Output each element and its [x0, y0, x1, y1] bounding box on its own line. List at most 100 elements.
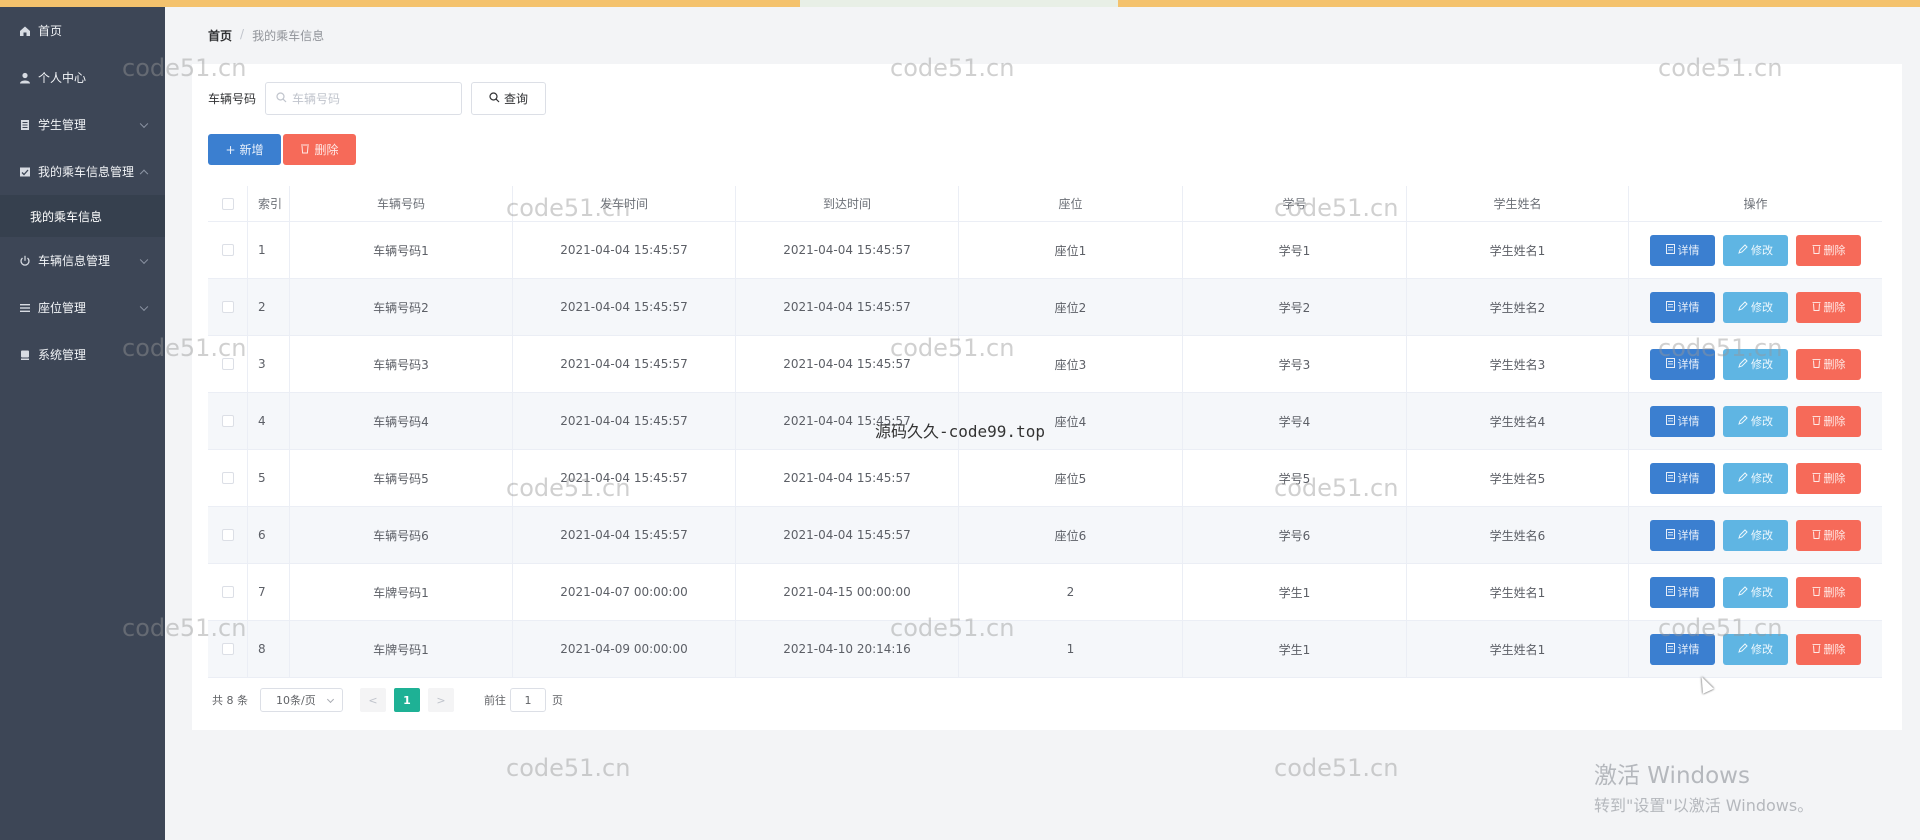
cell-index: 4 — [248, 393, 290, 449]
chevron-left-icon: < — [368, 693, 378, 707]
edit-button-label: 修改 — [1751, 643, 1773, 656]
detail-button[interactable]: 详情 — [1650, 462, 1715, 494]
row-checkbox[interactable] — [221, 244, 234, 256]
next-page-button[interactable]: > — [428, 688, 454, 712]
sidebar-item-label: 我的乘车信息管理 — [38, 165, 135, 179]
search-input[interactable]: 车辆号码 — [265, 82, 463, 115]
cell-departure: 2021-04-04 15:45:57 — [513, 450, 736, 506]
table-row: 8 车牌号码1 2021-04-09 00:00:00 2021-04-10 20:1… — [208, 621, 1882, 678]
add-button[interactable]: + 新增 — [208, 134, 281, 165]
cell-index: 2 — [248, 279, 290, 335]
search-icon — [489, 91, 500, 106]
sidebar-item-students[interactable]: 学生管理 — [0, 101, 165, 148]
goto-page-input[interactable]: 1 — [510, 688, 546, 712]
header-actions: 操作 — [1743, 197, 1768, 211]
row-checkbox[interactable] — [221, 301, 234, 313]
breadcrumb-current: 我的乘车信息 — [252, 29, 325, 43]
table-row: 2 车辆号码2 2021-04-04 15:45:57 2021-04-04 15:4… — [208, 279, 1882, 336]
cell-student-name: 学生姓名2 — [1407, 279, 1629, 335]
sidebar-item-home[interactable]: 首页 — [0, 7, 165, 54]
pagination: 共 8 条 10条/页 < 1 > 前往 1 页 — [212, 688, 563, 712]
sidebar-item-profile[interactable]: 个人中心 — [0, 54, 165, 101]
detail-button[interactable]: 详情 — [1650, 519, 1715, 551]
edit-icon — [1738, 300, 1748, 314]
edit-button-label: 修改 — [1751, 415, 1773, 428]
delete-button[interactable]: 删除 — [1796, 576, 1861, 608]
edit-button[interactable]: 修改 — [1723, 576, 1788, 608]
trash-icon — [1812, 415, 1821, 428]
edit-button-label: 修改 — [1751, 586, 1773, 599]
delete-button[interactable]: 删除 — [1796, 348, 1861, 380]
cell-plate: 车辆号码5 — [290, 450, 513, 506]
document-icon — [1665, 414, 1675, 428]
prev-page-button[interactable]: < — [360, 688, 386, 712]
delete-button[interactable]: 删除 — [1796, 234, 1861, 266]
row-checkbox-cell — [208, 564, 248, 620]
row-checkbox-cell — [208, 336, 248, 392]
row-checkbox[interactable] — [221, 643, 234, 655]
sidebar-item-system[interactable]: 系统管理 — [0, 331, 165, 378]
page-size-select[interactable]: 10条/页 — [260, 688, 343, 712]
detail-button[interactable]: 详情 — [1650, 405, 1715, 437]
edit-button[interactable]: 修改 — [1723, 462, 1788, 494]
sidebar-item-my-ride-management[interactable]: 我的乘车信息管理 — [0, 148, 165, 195]
cell-student-name: 学生姓名3 — [1407, 336, 1629, 392]
cell-student-name: 学生姓名4 — [1407, 393, 1629, 449]
edit-button[interactable]: 修改 — [1723, 519, 1788, 551]
table-header: 索引 车辆号码 发车时间 到达时间 座位 学号 学生姓名 操作 — [208, 186, 1882, 222]
edit-button[interactable]: 修改 — [1723, 291, 1788, 323]
delete-button-label: 删除 — [1823, 358, 1846, 371]
edit-button[interactable]: 修改 — [1723, 405, 1788, 437]
select-all-checkbox[interactable] — [221, 197, 234, 210]
document-icon — [1665, 357, 1675, 371]
query-button[interactable]: 查询 — [471, 82, 547, 115]
windows-activation-subtitle: 转到"设置"以激活 Windows。 — [1594, 796, 1814, 815]
cell-actions: 详情 修改 删除 — [1629, 336, 1882, 392]
delete-button-label: 删除 — [1823, 586, 1846, 599]
delete-button[interactable]: 删除 — [1796, 633, 1861, 665]
row-checkbox[interactable] — [221, 472, 234, 484]
row-checkbox[interactable] — [221, 358, 234, 370]
header-student-no: 学号 — [1183, 186, 1407, 221]
cell-departure: 2021-04-04 15:45:57 — [513, 336, 736, 392]
delete-button[interactable]: 删除 — [1796, 291, 1861, 323]
row-checkbox[interactable] — [221, 415, 234, 427]
detail-button[interactable]: 详情 — [1650, 576, 1715, 608]
edit-icon — [1738, 357, 1748, 371]
sidebar-subitem-label: 我的乘车信息 — [30, 209, 103, 224]
header-index: 索引 — [248, 186, 290, 221]
sidebar-item-label: 学生管理 — [38, 118, 87, 132]
search-bar: 车辆号码 车辆号码 查询 — [208, 82, 547, 115]
cell-plate: 车牌号码1 — [290, 621, 513, 677]
sidebar-item-seats[interactable]: 座位管理 — [0, 284, 165, 331]
row-checkbox[interactable] — [221, 529, 234, 541]
sidebar-subitem-my-ride-info[interactable]: 我的乘车信息 — [0, 195, 165, 237]
sidebar-item-vehicles[interactable]: 车辆信息管理 — [0, 237, 165, 284]
delete-button-label: 删除 — [1823, 643, 1846, 656]
breadcrumb-home[interactable]: 首页 — [208, 27, 232, 44]
edit-button[interactable]: 修改 — [1723, 633, 1788, 665]
delete-button[interactable]: 删除 — [1796, 462, 1861, 494]
detail-button-label: 详情 — [1677, 415, 1700, 428]
delete-button[interactable]: 删除 — [1796, 519, 1861, 551]
edit-button[interactable]: 修改 — [1723, 348, 1788, 380]
row-checkbox[interactable] — [221, 586, 234, 598]
detail-button-label: 详情 — [1677, 244, 1700, 257]
sidebar-item-label: 座位管理 — [38, 301, 87, 315]
cell-actions: 详情 修改 删除 — [1629, 393, 1882, 449]
edit-icon — [1738, 243, 1748, 257]
detail-button[interactable]: 详情 — [1650, 348, 1715, 380]
cell-actions: 详情 修改 删除 — [1629, 507, 1882, 563]
detail-button-label: 详情 — [1677, 472, 1700, 485]
add-button-label: 新增 — [239, 143, 264, 157]
cell-arrival: 2021-04-04 15:45:57 — [736, 336, 959, 392]
cell-arrival: 2021-04-10 20:14:16 — [736, 621, 959, 677]
delete-button-label: 删除 — [1823, 244, 1846, 257]
detail-button[interactable]: 详情 — [1650, 291, 1715, 323]
delete-button[interactable]: 删除 — [1796, 405, 1861, 437]
detail-button[interactable]: 详情 — [1650, 234, 1715, 266]
page-number[interactable]: 1 — [394, 688, 420, 712]
detail-button[interactable]: 详情 — [1650, 633, 1715, 665]
edit-button[interactable]: 修改 — [1723, 234, 1788, 266]
batch-delete-button[interactable]: 删除 — [283, 134, 356, 165]
